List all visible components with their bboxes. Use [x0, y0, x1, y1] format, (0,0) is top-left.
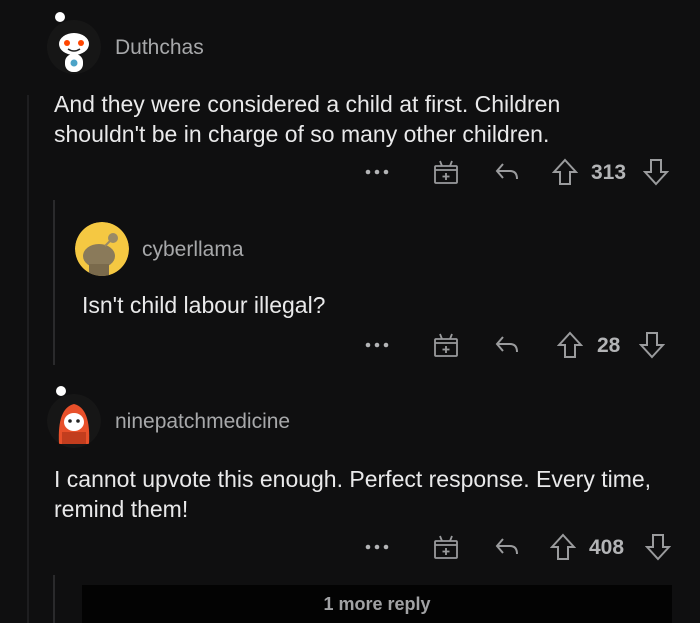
snoo-antenna-dot-icon — [55, 12, 65, 22]
comment-body: I cannot upvote this enough. Perfect res… — [54, 466, 652, 522]
thread-line — [53, 200, 55, 365]
thread-line — [27, 95, 29, 623]
upvote-icon[interactable] — [548, 532, 578, 562]
downvote-icon[interactable] — [643, 532, 673, 562]
vote-score: 28 — [597, 334, 621, 357]
reddit-snoo-yellow-icon[interactable] — [75, 222, 129, 276]
award-gift-icon[interactable] — [431, 532, 461, 562]
downvote-icon[interactable] — [637, 330, 667, 360]
more-replies-label: 1 more reply — [323, 593, 431, 614]
more-options-icon[interactable] — [360, 333, 394, 357]
vote-score: 408 — [589, 536, 625, 559]
award-gift-icon[interactable] — [431, 330, 461, 360]
more-options-icon[interactable] — [360, 535, 394, 559]
comment-body: And they were considered a child at firs… — [54, 91, 561, 147]
more-replies-button[interactable]: 1 more reply — [82, 585, 672, 623]
reply-icon[interactable] — [492, 157, 522, 187]
comment-body: Isn't child labour illegal? — [82, 292, 326, 318]
vote-score: 313 — [591, 161, 627, 184]
reply-icon[interactable] — [492, 532, 522, 562]
username[interactable]: cyberllama — [142, 238, 244, 262]
more-options-icon[interactable] — [360, 160, 394, 184]
downvote-icon[interactable] — [641, 157, 671, 187]
username[interactable]: Duthchas — [115, 36, 204, 60]
upvote-icon[interactable] — [555, 330, 585, 360]
snoo-antenna-dot-icon — [56, 386, 66, 396]
reply-icon[interactable] — [492, 330, 522, 360]
upvote-icon[interactable] — [550, 157, 580, 187]
reddit-snoo-white-icon[interactable] — [47, 20, 101, 74]
thread-line — [53, 575, 55, 623]
reddit-snoo-red-hood-icon[interactable] — [47, 394, 101, 448]
username[interactable]: ninepatchmedicine — [115, 410, 290, 434]
award-gift-icon[interactable] — [431, 157, 461, 187]
